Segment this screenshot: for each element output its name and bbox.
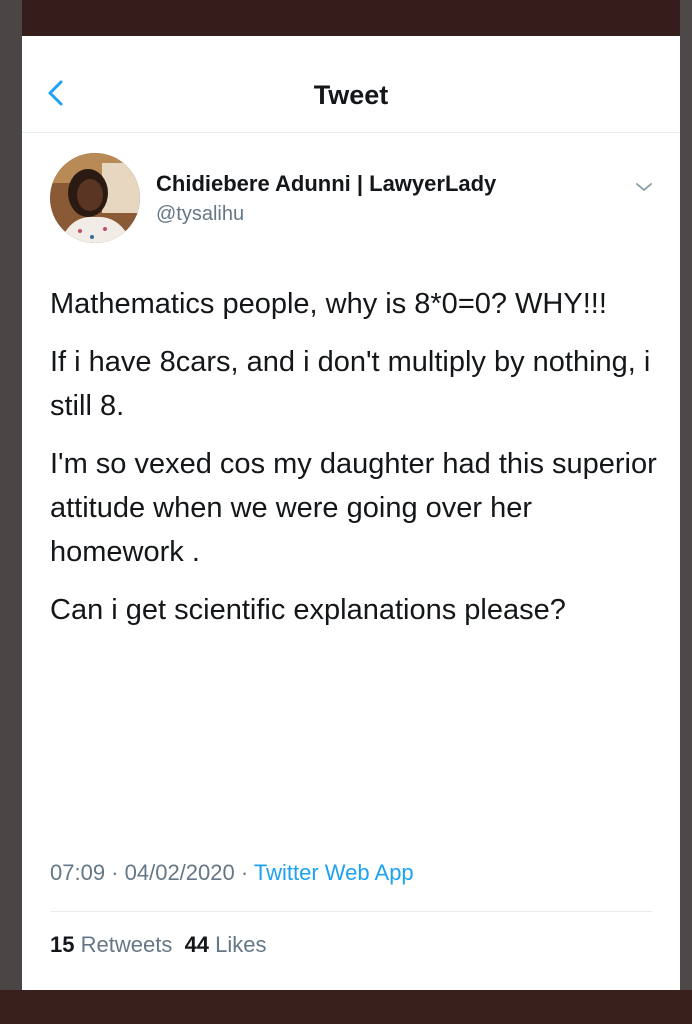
meta-separator: · [105,860,125,885]
photo-bottom-border [0,990,692,1024]
likes-stat[interactable]: 44 Likes [185,932,267,957]
tweet-screen: Tweet Chidiebere Adunni | LawyerLady @ty… [22,36,680,990]
retweets-count: 15 [50,932,75,957]
tweet-meta: 07:09 · 04/02/2020 · Twitter Web App [50,860,414,886]
nav-bar: Tweet [22,36,680,133]
chevron-down-icon [636,183,652,191]
photo-right-border [680,0,692,1024]
author-handle[interactable]: @tysalihu [156,203,244,226]
photo-left-border [0,0,22,1024]
tweet-paragraph: I'm so vexed cos my daughter had this su… [50,448,657,568]
avatar[interactable] [50,153,140,243]
tweet-time[interactable]: 07:09 [50,860,105,885]
tweet-date[interactable]: 04/02/2020 [125,860,235,885]
divider [50,911,652,912]
retweets-label: Retweets [80,932,173,957]
tweet-source-link[interactable]: Twitter Web App [254,860,414,885]
tweet-paragraph: Mathematics people, why is 8*0=0? WHY!!! [50,288,607,320]
photo-top-border [0,0,692,36]
tweet-author: Chidiebere Adunni | LawyerLady @tysalihu [50,153,660,243]
page-title: Tweet [313,80,389,110]
likes-label: Likes [215,932,267,957]
likes-count: 44 [184,932,210,957]
tweet-stats: 15 Retweets 44 Likes [50,932,267,958]
tweet-text: Mathematics people, why is 8*0=0? WHY!!!… [50,282,662,646]
tweet-menu-button[interactable] [632,175,656,199]
retweets-stat[interactable]: 15 Retweets [50,932,172,957]
avatar-photo [50,153,140,243]
tweet-paragraph: If i have 8cars, and i don't multiply by… [50,346,651,422]
tweet-paragraph: Can i get scientific explanations please… [50,594,566,626]
meta-separator: · [234,860,254,885]
author-display-name[interactable]: Chidiebere Adunni | LawyerLady [156,171,496,197]
